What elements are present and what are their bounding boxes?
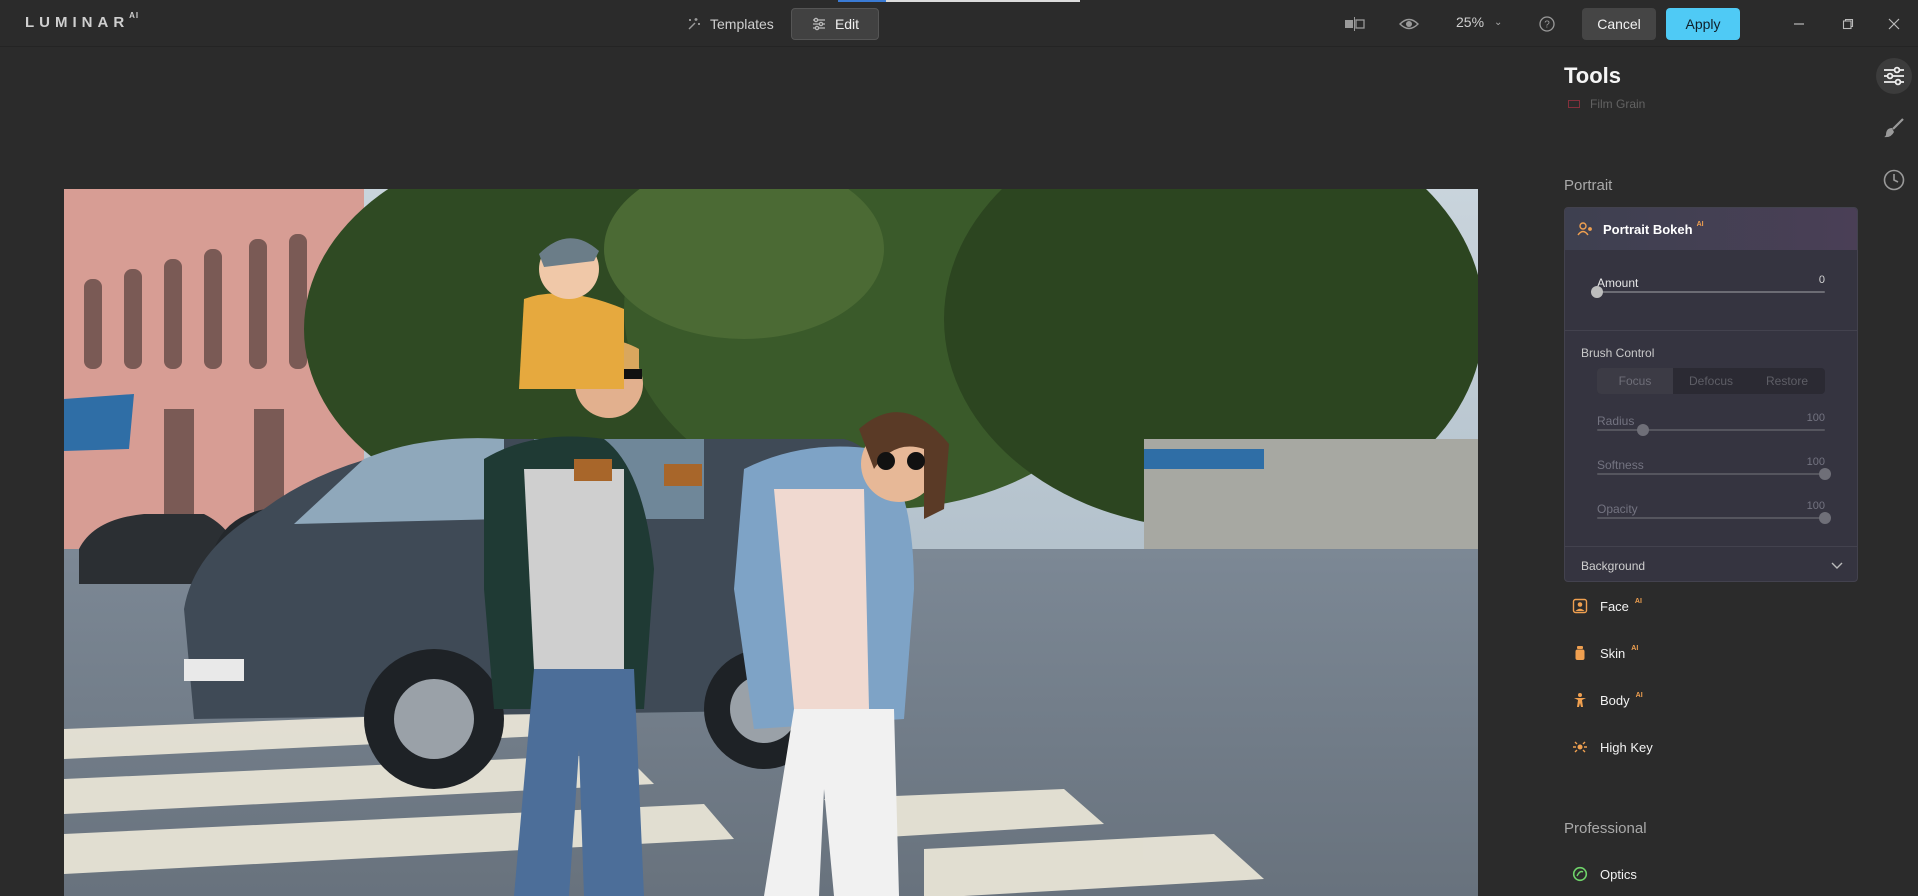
portrait-bokeh-header[interactable]: Portrait Bokeh AI — [1565, 208, 1857, 250]
background-dropdown[interactable]: Background — [1581, 559, 1843, 573]
section-portrait: Portrait — [1564, 177, 1613, 194]
cancel-button[interactable]: Cancel — [1582, 8, 1656, 40]
radius-knob[interactable] — [1636, 424, 1649, 436]
softness-track[interactable] — [1597, 473, 1825, 475]
restore-button[interactable] — [1836, 12, 1860, 36]
history-clock-icon — [1883, 169, 1905, 191]
apply-button[interactable]: Apply — [1666, 8, 1740, 40]
opacity-value: 100 — [1806, 500, 1825, 512]
tool-body-label: Body — [1600, 692, 1630, 708]
tool-body[interactable]: Body AI — [1572, 692, 1643, 708]
tools-sliders-icon — [1884, 66, 1904, 86]
amount-track[interactable] — [1597, 291, 1825, 293]
help-icon: ? — [1539, 16, 1555, 32]
film-grain-item[interactable]: Film Grain — [1568, 97, 1645, 111]
minimize-icon — [1794, 23, 1804, 25]
svg-text:?: ? — [1544, 20, 1550, 31]
tools-rail-button[interactable] — [1876, 58, 1912, 94]
preview-eye-icon — [1399, 18, 1419, 30]
radius-slider[interactable]: Radius 100 — [1597, 412, 1825, 436]
minimize-button[interactable] — [1787, 12, 1811, 36]
face-icon — [1572, 598, 1588, 614]
compare-button[interactable] — [1343, 12, 1367, 36]
street-photo — [64, 189, 1478, 896]
portrait-bokeh-title: Portrait Bokeh — [1603, 221, 1693, 237]
film-grain-icon — [1568, 100, 1580, 108]
ai-badge: AI — [1635, 691, 1643, 699]
brush-control-label: Brush Control — [1581, 346, 1655, 360]
edit-sliders-icon — [812, 17, 825, 31]
mode-restore[interactable]: Restore — [1749, 368, 1825, 394]
brush-rail-button[interactable] — [1876, 110, 1912, 146]
radius-track[interactable] — [1597, 429, 1825, 431]
tool-face[interactable]: Face AI — [1572, 598, 1642, 614]
tool-high-key[interactable]: High Key — [1572, 739, 1653, 755]
brush-icon — [1884, 118, 1904, 138]
top-bar: LUMINARAI Templates Edit 25% ⌄ ? Cancel … — [0, 0, 1918, 47]
chevron-down-icon — [1831, 562, 1843, 569]
mode-defocus[interactable]: Defocus — [1673, 368, 1749, 394]
photo-canvas[interactable] — [64, 189, 1478, 896]
tool-high-key-label: High Key — [1600, 739, 1653, 755]
opacity-slider[interactable]: Opacity 100 — [1597, 500, 1831, 524]
optics-icon — [1572, 866, 1588, 882]
radius-label: Radius — [1597, 414, 1635, 428]
panel-title: Tools — [1564, 63, 1622, 88]
portrait-bokeh-icon — [1577, 222, 1592, 236]
radius-value: 100 — [1806, 412, 1825, 424]
ai-badge: AI — [1696, 220, 1704, 228]
amount-label: Amount — [1597, 276, 1639, 290]
section-professional: Professional — [1564, 820, 1647, 837]
top-progress-fill — [838, 0, 886, 2]
tab-templates-label: Templates — [710, 16, 774, 32]
history-rail-button[interactable] — [1876, 162, 1912, 198]
tool-face-label: Face — [1600, 598, 1629, 614]
amount-value: 0 — [1818, 274, 1825, 286]
help-button[interactable]: ? — [1535, 12, 1559, 36]
softness-knob[interactable] — [1819, 468, 1831, 480]
tool-skin-label: Skin — [1600, 645, 1626, 661]
skin-icon — [1575, 646, 1585, 660]
tools-panel: Tools Film Grain Portrait Portrait Bokeh… — [1548, 47, 1868, 896]
ai-badge: AI — [1631, 644, 1639, 652]
zoom-value: 25% — [1456, 14, 1485, 30]
card-divider — [1565, 546, 1857, 547]
tab-edit-label: Edit — [834, 16, 860, 32]
opacity-track[interactable] — [1597, 517, 1825, 519]
app-logo: LUMINARAI — [25, 11, 140, 31]
tab-edit[interactable]: Edit — [791, 8, 879, 40]
logo-text: LUMINAR — [25, 14, 130, 31]
background-label: Background — [1581, 559, 1646, 573]
ai-badge: AI — [1634, 597, 1642, 605]
zoom-dropdown[interactable]: 25% ⌄ — [1456, 14, 1502, 30]
portrait-bokeh-card: Portrait Bokeh AI Amount 0 Brush Control… — [1564, 207, 1858, 582]
softness-value: 100 — [1806, 456, 1825, 468]
compare-icon — [1345, 17, 1365, 31]
preview-button[interactable] — [1397, 12, 1421, 36]
amount-knob[interactable] — [1591, 286, 1603, 298]
close-icon — [1888, 18, 1900, 30]
luminar-window: LUMINARAI Templates Edit 25% ⌄ ? Cancel … — [0, 0, 1918, 896]
softness-label: Softness — [1597, 458, 1644, 472]
close-window-button[interactable] — [1882, 12, 1906, 36]
brush-mode-selector[interactable]: Focus Defocus Restore — [1597, 368, 1825, 394]
tool-optics[interactable]: Optics — [1572, 866, 1637, 882]
body-icon — [1574, 693, 1586, 707]
film-grain-label: Film Grain — [1590, 97, 1646, 111]
logo-suffix: AI — [129, 11, 140, 20]
opacity-label: Opacity — [1597, 502, 1638, 516]
restore-icon — [1842, 18, 1854, 30]
high-key-icon — [1573, 741, 1587, 753]
tool-skin[interactable]: Skin AI — [1572, 645, 1638, 661]
softness-slider[interactable]: Softness 100 — [1597, 456, 1831, 480]
card-divider — [1565, 330, 1857, 331]
top-progress-strip — [838, 0, 1080, 2]
templates-icon — [688, 18, 700, 30]
amount-slider[interactable]: Amount 0 — [1591, 274, 1825, 298]
tool-optics-label: Optics — [1600, 866, 1637, 882]
mode-focus[interactable]: Focus — [1597, 368, 1673, 394]
opacity-knob[interactable] — [1819, 512, 1831, 524]
chevron-down-icon: ⌄ — [1494, 16, 1503, 28]
tab-templates[interactable]: Templates — [672, 8, 788, 40]
